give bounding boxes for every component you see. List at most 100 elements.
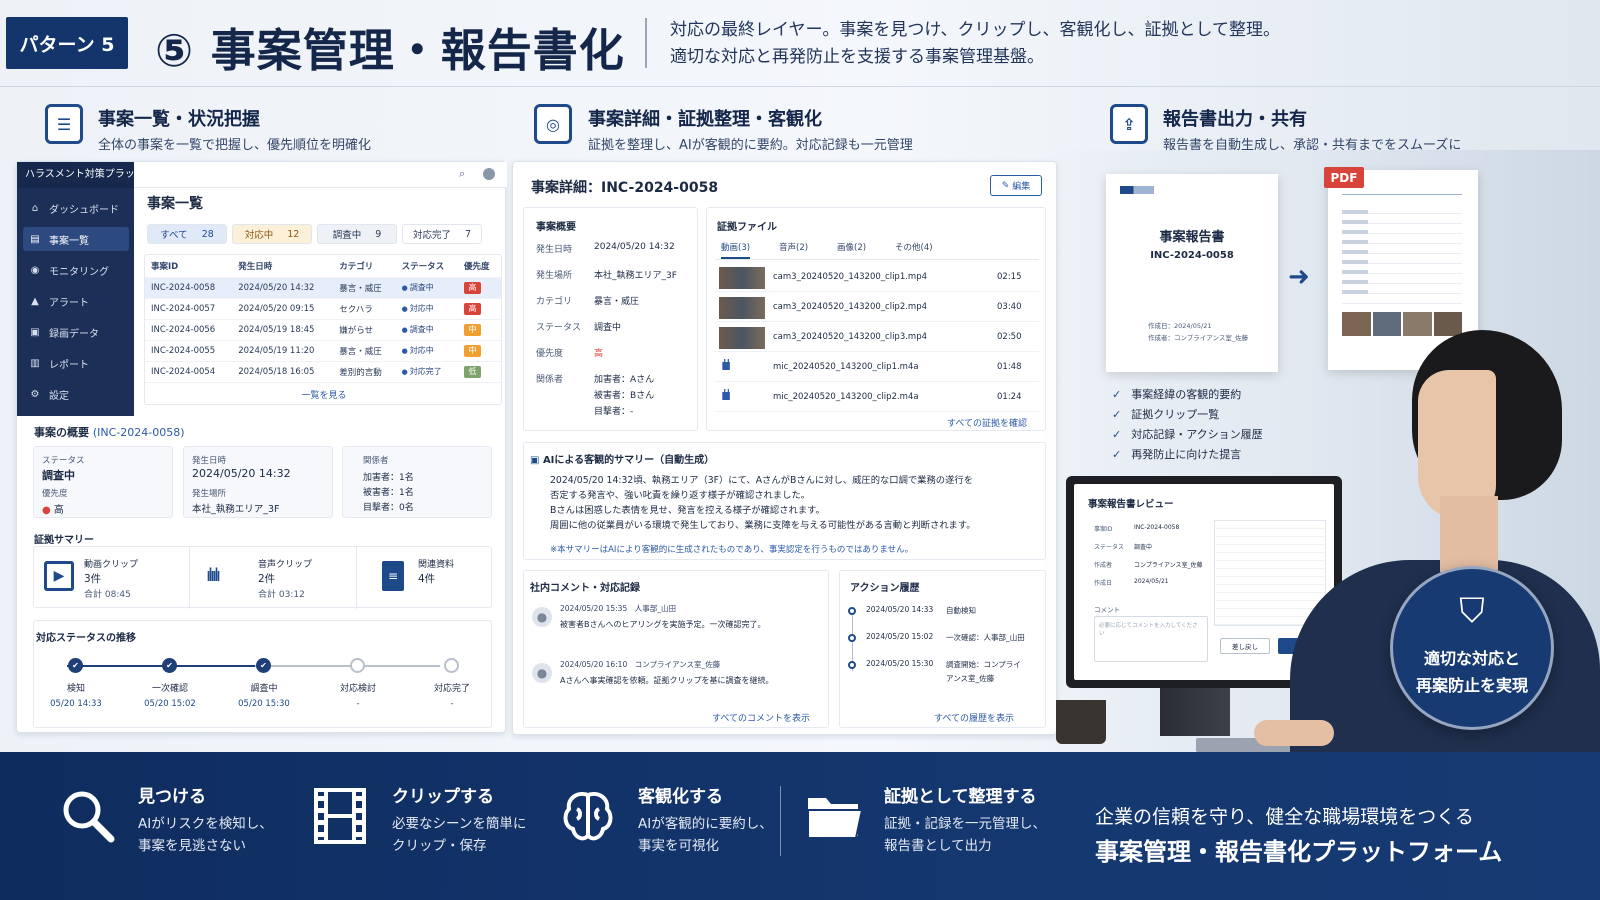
review-comment-label: コメント <box>1094 606 1120 614</box>
field-value: 調査中 <box>594 323 622 333</box>
report-doc-id: INC-2024-0058 <box>1150 250 1234 261</box>
coffee-cup <box>1056 700 1106 744</box>
priority-label: 優先度 <box>42 489 68 499</box>
filter-chip[interactable]: 対応完了 7 <box>402 224 482 244</box>
cell-category: 暴言・威圧 <box>333 277 396 299</box>
evidence-tab[interactable]: 音声(2) <box>779 241 808 257</box>
file-duration: 03:40 <box>997 302 1022 312</box>
sidebar-item-label: レポート <box>49 359 89 371</box>
audio-clip-total: 合計 03:12 <box>258 590 305 600</box>
tagline: 企業の信頼を守り、健全な職場環境をつくる <box>1095 806 1474 828</box>
table-row[interactable]: INC-2024-00552024/05/19 11:20暴言・威圧対応中 中 <box>145 340 501 362</box>
column-header: カテゴリ <box>333 255 396 278</box>
all-evidence-link[interactable]: すべての証拠を確認 <box>947 416 1027 429</box>
review-value: コンプライアンス室_佐藤 <box>1134 562 1203 569</box>
cell-priority: 高 <box>458 277 501 299</box>
filter-count: 28 <box>201 228 214 240</box>
evidence-file-row[interactable]: ıılııılı mic_20240520_143200_clip2.m4a 01:… <box>715 384 1039 412</box>
pdf-thumbnails <box>1342 312 1462 336</box>
see-more-link[interactable]: 一覧を見る <box>145 388 503 401</box>
cell-category: 暴言・威圧 <box>333 340 396 362</box>
table-row[interactable]: INC-2024-00582024/05/20 14:32暴言・威圧調査中 高 <box>145 277 501 299</box>
summary-people-box: 関係者 加害者：1名 被害者：1名 目撃者：0名 <box>342 446 492 518</box>
field-key: カテゴリ <box>536 297 573 307</box>
user-avatar-icon[interactable] <box>483 168 495 180</box>
avatar: ● <box>532 663 552 683</box>
cell-id: INC-2024-0054 <box>145 361 233 383</box>
evidence-file-row[interactable]: cam3_20240520_143200_clip2.mp4 03:40 <box>715 294 1039 322</box>
video-thumbnail <box>719 297 765 319</box>
review-key: ステータス <box>1094 544 1125 551</box>
table-row[interactable]: INC-2024-00572024/05/20 09:15セクハラ対応中 高 <box>145 298 501 320</box>
return-button[interactable]: 差し戻し <box>1220 638 1270 654</box>
sidebar-item[interactable]: ⌂ ダッシュボード <box>23 196 129 220</box>
section-title-detail: 事案詳細・証拠整理・客観化 <box>588 109 822 130</box>
pdf-badge: PDF <box>1324 167 1364 188</box>
evidence-file-row[interactable]: ıılııılı mic_20240520_143200_clip1.m4a 01:… <box>715 354 1039 382</box>
outcome-badge: ⛉ 適切な対応と 再案防止を実現 <box>1390 566 1554 730</box>
search-icon[interactable]: ⌕ <box>459 167 465 181</box>
history-time: 2024/05/20 14:33 <box>866 605 934 614</box>
column-header: ステータス <box>395 255 459 278</box>
evidence-tab[interactable]: 動画(3) <box>721 241 751 259</box>
step-done-icon: ✔ <box>162 658 177 673</box>
incident-table: 事案ID 発生日時 カテゴリ ステータス 優先度 INC-2024-0058 2024/0… <box>145 255 501 383</box>
search-icon <box>58 786 118 846</box>
filter-chip[interactable]: 調査中 9 <box>317 224 397 244</box>
sidebar-item[interactable]: ◉ モニタリング <box>23 258 129 282</box>
all-comments-link[interactable]: すべてのコメントを表示 <box>712 711 810 724</box>
all-history-link[interactable]: すべての履歴を表示 <box>934 711 1014 724</box>
evidence-file-row[interactable]: cam3_20240520_143200_clip1.mp4 02:15 <box>715 264 1039 292</box>
review-comment-input[interactable]: 必要に応じてコメントを入力してください <box>1094 616 1208 662</box>
priority-badge: 低 <box>464 365 482 378</box>
person-hand <box>1254 720 1334 746</box>
column-header: 優先度 <box>458 255 501 278</box>
evidence-file-row[interactable]: cam3_20240520_143200_clip3.mp4 02:50 <box>715 324 1039 352</box>
page-title: ⑤ 事案管理・報告書化 <box>155 24 625 77</box>
cell-date: 2024/05/19 11:20 <box>232 340 334 362</box>
cell-id: INC-2024-0056 <box>145 319 233 341</box>
sidebar-item[interactable]: ▥ レポート <box>23 351 129 375</box>
filter-chip[interactable]: 対応中 12 <box>232 224 312 244</box>
step-done-icon: ✔ <box>68 658 83 673</box>
filter-count: 12 <box>287 228 300 240</box>
sidebar-item-label: アラート <box>49 297 89 309</box>
relation-key: 関係者 <box>536 375 564 385</box>
app-name: ハラスメント対策プラットフォーム <box>17 162 185 188</box>
sidebar-item[interactable]: ▣ 録画データ <box>23 320 129 344</box>
section-sub-detail: 証拠を整理し、AIが客観的に要約。対応記録も一元管理 <box>588 138 913 153</box>
evidence-tab[interactable]: 画像(2) <box>837 241 866 257</box>
sidebar-item[interactable]: ⚙ 設定 <box>23 382 129 406</box>
sidebar-item-label: 事案一覧 <box>49 235 89 247</box>
cell-status: 調査中 <box>395 319 459 341</box>
feature-bar: 見つける AIがリスクを検知し、 事案を見逃さない クリップする 必要なシーンを簡… <box>0 752 1600 900</box>
report-doc-date: 作成日：2024/05/21 <box>1148 322 1212 330</box>
priority-badge: 高 <box>464 302 482 315</box>
cell-priority: 中 <box>458 319 501 341</box>
list-icon: ☰ <box>45 104 83 144</box>
feature-find: 見つける AIがリスクを検知し、 事案を見逃さない <box>138 787 273 854</box>
sidebar-item[interactable]: ▤ 事案一覧 <box>23 227 129 251</box>
cell-category: 差別的言動 <box>333 361 396 383</box>
review-key: 作成日 <box>1094 580 1113 587</box>
audio-wave-icon: ıılııılı <box>721 358 731 374</box>
sidebar-item[interactable]: ▲ アラート <box>23 289 129 313</box>
comments-title: 社内コメント・対応記録 <box>530 583 640 594</box>
summary-date-box: 発生日時 2024/05/20 14:32 発生場所 本社_執務エリア_3F <box>183 446 333 518</box>
edit-button[interactable]: ✎ 編集 <box>990 175 1042 196</box>
filter-chip[interactable]: すべて 28 <box>147 224 227 244</box>
step-time: - <box>356 699 360 709</box>
people-list: 加害者：1名 被害者：1名 目撃者：0名 <box>363 473 414 513</box>
nav-icon: ▣ <box>30 326 40 338</box>
summary-status-box: ステータス 調査中 優先度 ● 高 <box>33 446 173 518</box>
priority-badge: 中 <box>464 344 482 357</box>
date-label: 発生日時 <box>192 456 227 466</box>
step-pending-icon <box>350 658 365 673</box>
cell-id: INC-2024-0055 <box>145 340 233 362</box>
evidence-tab[interactable]: その他(4) <box>895 241 933 257</box>
cell-date: 2024/05/20 14:32 <box>232 277 334 299</box>
table-row[interactable]: INC-2024-00542024/05/18 16:05差別的言動対応完了 低 <box>145 361 501 383</box>
table-row[interactable]: INC-2024-00562024/05/19 18:45嫌がらせ調査中 中 <box>145 319 501 341</box>
ai-summary-box: ▣ AIによる客観的サマリー（自動生成） 2024/05/20 14:32頃、執… <box>523 442 1046 560</box>
history-dot <box>848 607 856 615</box>
